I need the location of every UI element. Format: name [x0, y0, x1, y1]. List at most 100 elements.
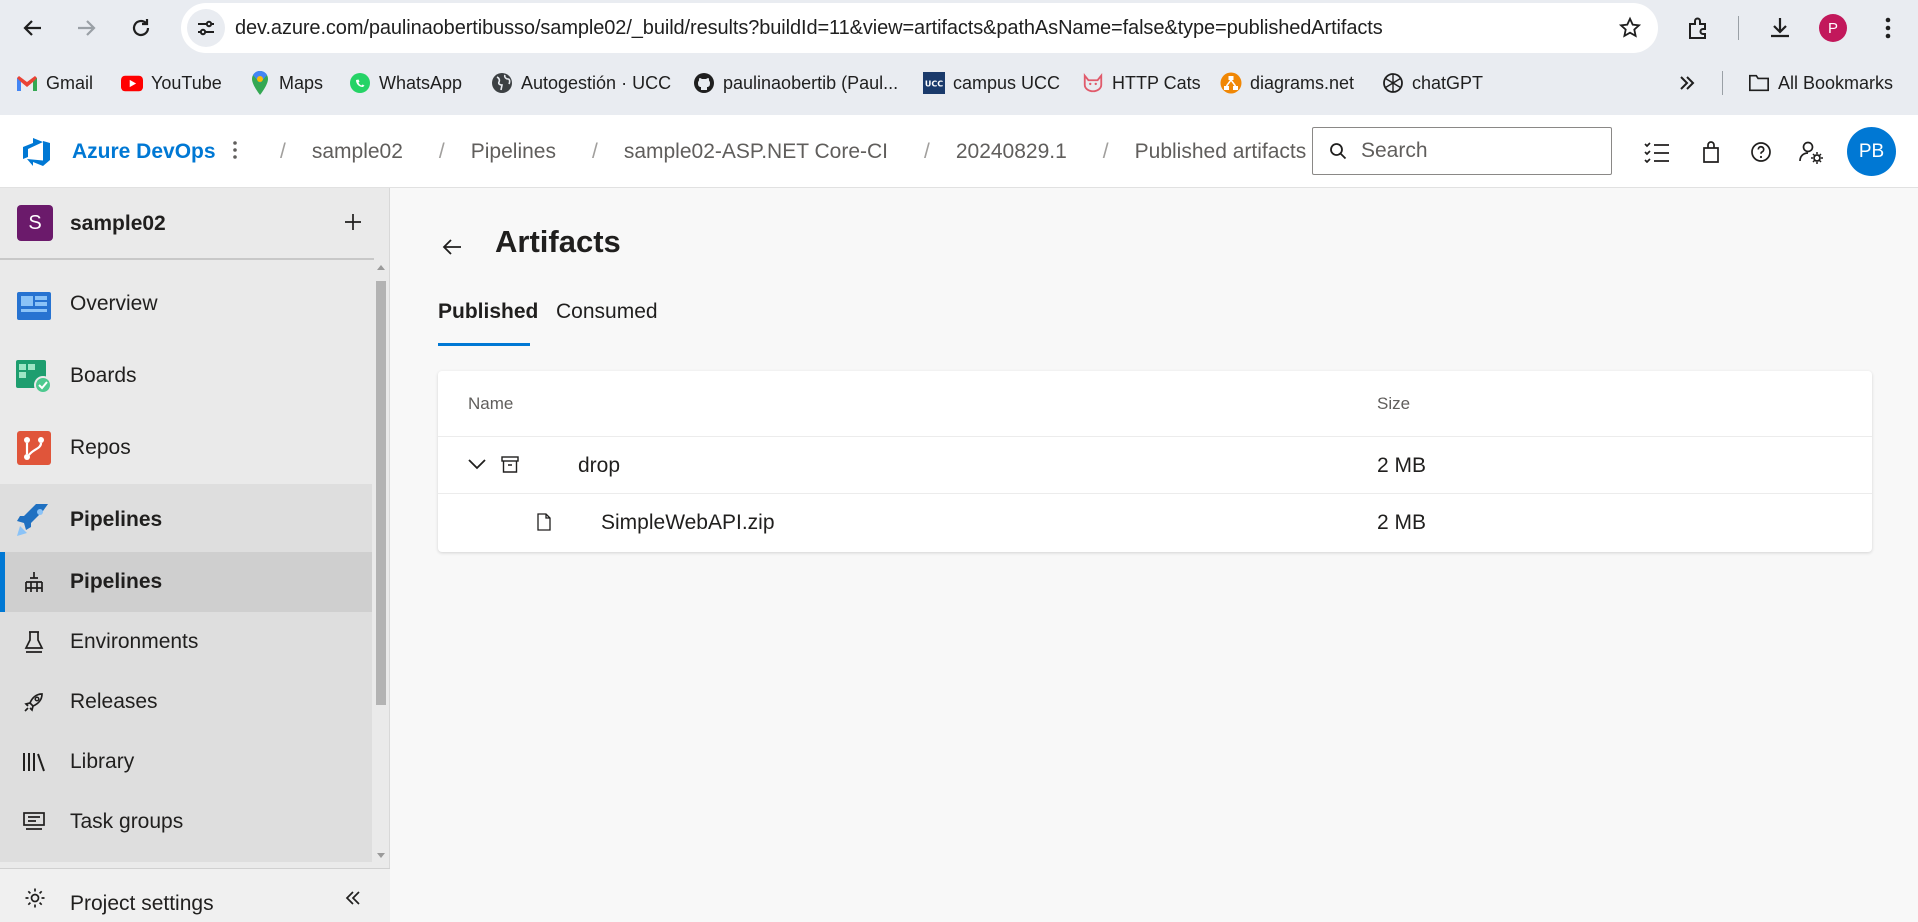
marketplace-icon[interactable] — [1698, 139, 1724, 165]
extensions-icon[interactable] — [1683, 12, 1715, 44]
artifact-name-text: drop — [578, 454, 621, 477]
sidebar-subitem-releases[interactable]: Releases — [0, 672, 372, 732]
file-name[interactable]: SimpleWebAPI.zip — [601, 494, 775, 551]
breadcrumb-separator: / — [1102, 139, 1109, 163]
tab-published[interactable]: Published — [438, 300, 538, 324]
bookmark-whatsapp[interactable]: WhatsApp — [349, 63, 462, 103]
bookmark-diagrams[interactable]: diagrams.net — [1220, 63, 1354, 103]
sidebar-scrollbar[interactable] — [374, 265, 386, 858]
breadcrumb-pipelines[interactable]: Pipelines — [471, 140, 556, 164]
forward-button[interactable] — [66, 8, 106, 48]
gear-icon — [24, 887, 46, 909]
bookmark-http-cats[interactable]: HTTP Cats — [1082, 63, 1201, 103]
scroll-up-arrow[interactable] — [377, 265, 385, 270]
ucc-icon: UCC — [923, 72, 945, 94]
boards-icon — [16, 358, 52, 394]
gmail-icon — [16, 72, 38, 94]
breadcrumb-current[interactable]: Published artifacts — [1135, 140, 1307, 164]
profile-avatar[interactable]: P — [1819, 14, 1847, 42]
bookmark-label: WhatsApp — [379, 72, 463, 93]
sidebar-subitem-label: Releases — [70, 690, 158, 713]
tab-consumed[interactable]: Consumed — [556, 300, 658, 324]
scroll-down-arrow[interactable] — [377, 853, 385, 858]
bookmark-campus-ucc[interactable]: UCC campus UCC — [923, 63, 1060, 103]
column-header-name[interactable]: Name — [468, 371, 513, 437]
chevron-down-icon[interactable] — [468, 457, 486, 471]
user-settings-icon[interactable] — [1798, 139, 1824, 165]
bookmarks-divider — [1722, 71, 1723, 95]
breadcrumb-project[interactable]: sample02 — [312, 140, 403, 164]
page-title: Artifacts — [495, 224, 621, 259]
bookmark-label: Autogestión · UCC — [521, 72, 672, 93]
project-settings-link[interactable]: Project settings — [70, 869, 214, 922]
scrollbar-thumb[interactable] — [376, 281, 386, 705]
sidebar-subitem-pipelines[interactable]: Pipelines — [0, 552, 372, 612]
back-button[interactable] — [13, 8, 53, 48]
azure-devops-logo-icon[interactable] — [20, 137, 52, 167]
artifacts-table: Name Size drop 2 MB SimpleWebAPI.zip 2 M… — [438, 371, 1872, 552]
bookmark-label: HTTP Cats — [1112, 72, 1201, 93]
brand-name[interactable]: Azure DevOps — [72, 115, 216, 188]
url-text[interactable]: dev.azure.com/paulinaobertibusso/sample0… — [235, 3, 1383, 53]
bookmark-autogestion[interactable]: Autogestión · UCC — [491, 63, 671, 103]
bookmark-gmail[interactable]: Gmail — [16, 63, 93, 103]
breadcrumb-separator: / — [591, 139, 598, 163]
task-groups-icon — [20, 808, 48, 836]
plus-icon[interactable] — [343, 212, 363, 232]
github-icon — [693, 72, 715, 94]
file-size: 2 MB — [1377, 511, 1427, 534]
search-input[interactable]: Search — [1312, 127, 1612, 175]
back-arrow-icon[interactable] — [441, 238, 463, 256]
bookmark-star-icon[interactable] — [1618, 16, 1642, 40]
bookmark-youtube[interactable]: YouTube — [121, 63, 222, 103]
more-bookmarks-button[interactable] — [1676, 63, 1698, 103]
project-badge[interactable]: S — [17, 205, 53, 241]
all-bookmarks-button[interactable]: All Bookmarks — [1748, 63, 1893, 103]
sidebar-item-overview[interactable]: Overview — [0, 274, 372, 334]
globe-icon — [491, 72, 513, 94]
table-row[interactable]: SimpleWebAPI.zip 2 MB — [438, 493, 1872, 550]
help-icon[interactable] — [1748, 139, 1774, 165]
breadcrumb-run[interactable]: 20240829.1 — [956, 140, 1067, 164]
sidebar-footer: Project settings — [0, 868, 390, 922]
pipelines-icon — [16, 502, 52, 538]
breadcrumb-separator: / — [280, 139, 286, 163]
overview-icon — [16, 286, 52, 322]
site-info-button[interactable] — [187, 9, 225, 47]
collapse-sidebar-icon[interactable] — [344, 889, 362, 907]
bookmark-github[interactable]: paulinaobertib (Paul... — [693, 63, 898, 103]
reload-icon — [132, 19, 150, 37]
sidebar-subitem-label: Pipelines — [70, 570, 163, 593]
archive-folder-icon — [501, 456, 519, 473]
diagrams-icon — [1220, 72, 1242, 94]
sidebar-subitem-environments[interactable]: Environments — [0, 612, 372, 672]
breadcrumb-pipeline[interactable]: sample02-ASP.NET Core-CI — [624, 140, 888, 164]
more-options-icon[interactable] — [232, 139, 238, 161]
browser-menu-icon[interactable] — [1872, 12, 1904, 44]
sidebar-item-boards[interactable]: Boards — [0, 346, 372, 406]
openai-icon — [1382, 72, 1404, 94]
ado-header: Azure DevOps / sample02 / Pipelines / sa… — [0, 115, 1918, 188]
project-sidebar: S sample02 Overview Boards Repos Pipelin… — [0, 188, 390, 922]
pipelines-section: Pipelines Pipelines Environments Release… — [0, 484, 372, 862]
table-row[interactable]: drop 2 MB — [438, 436, 1872, 493]
bookmark-maps[interactable]: Maps — [249, 63, 323, 103]
sidebar-item-pipelines[interactable]: Pipelines — [0, 490, 372, 550]
project-name[interactable]: sample02 — [70, 188, 166, 260]
column-header-size[interactable]: Size — [1377, 371, 1410, 437]
bookmarks-bar: Gmail YouTube Maps WhatsApp Autogestión … — [0, 63, 1918, 103]
sidebar-subitem-label: Task groups — [70, 810, 184, 833]
work-items-icon[interactable] — [1644, 139, 1670, 165]
all-bookmarks-label: All Bookmarks — [1778, 72, 1894, 93]
user-avatar[interactable]: PB — [1847, 127, 1896, 176]
sidebar-subitem-task-groups[interactable]: Task groups — [0, 792, 372, 852]
breadcrumb: / sample02 / Pipelines / sample02-ASP.NE… — [270, 115, 1332, 188]
address-bar[interactable]: dev.azure.com/paulinaobertibusso/sample0… — [181, 3, 1658, 53]
bookmark-chatgpt[interactable]: chatGPT — [1382, 63, 1483, 103]
download-icon[interactable] — [1764, 12, 1796, 44]
sidebar-subitem-library[interactable]: Library — [0, 732, 372, 792]
reload-button[interactable] — [121, 8, 161, 48]
artifact-name[interactable]: drop — [578, 437, 620, 494]
sidebar-item-label: Boards — [70, 364, 137, 387]
sidebar-item-repos[interactable]: Repos — [0, 418, 372, 478]
